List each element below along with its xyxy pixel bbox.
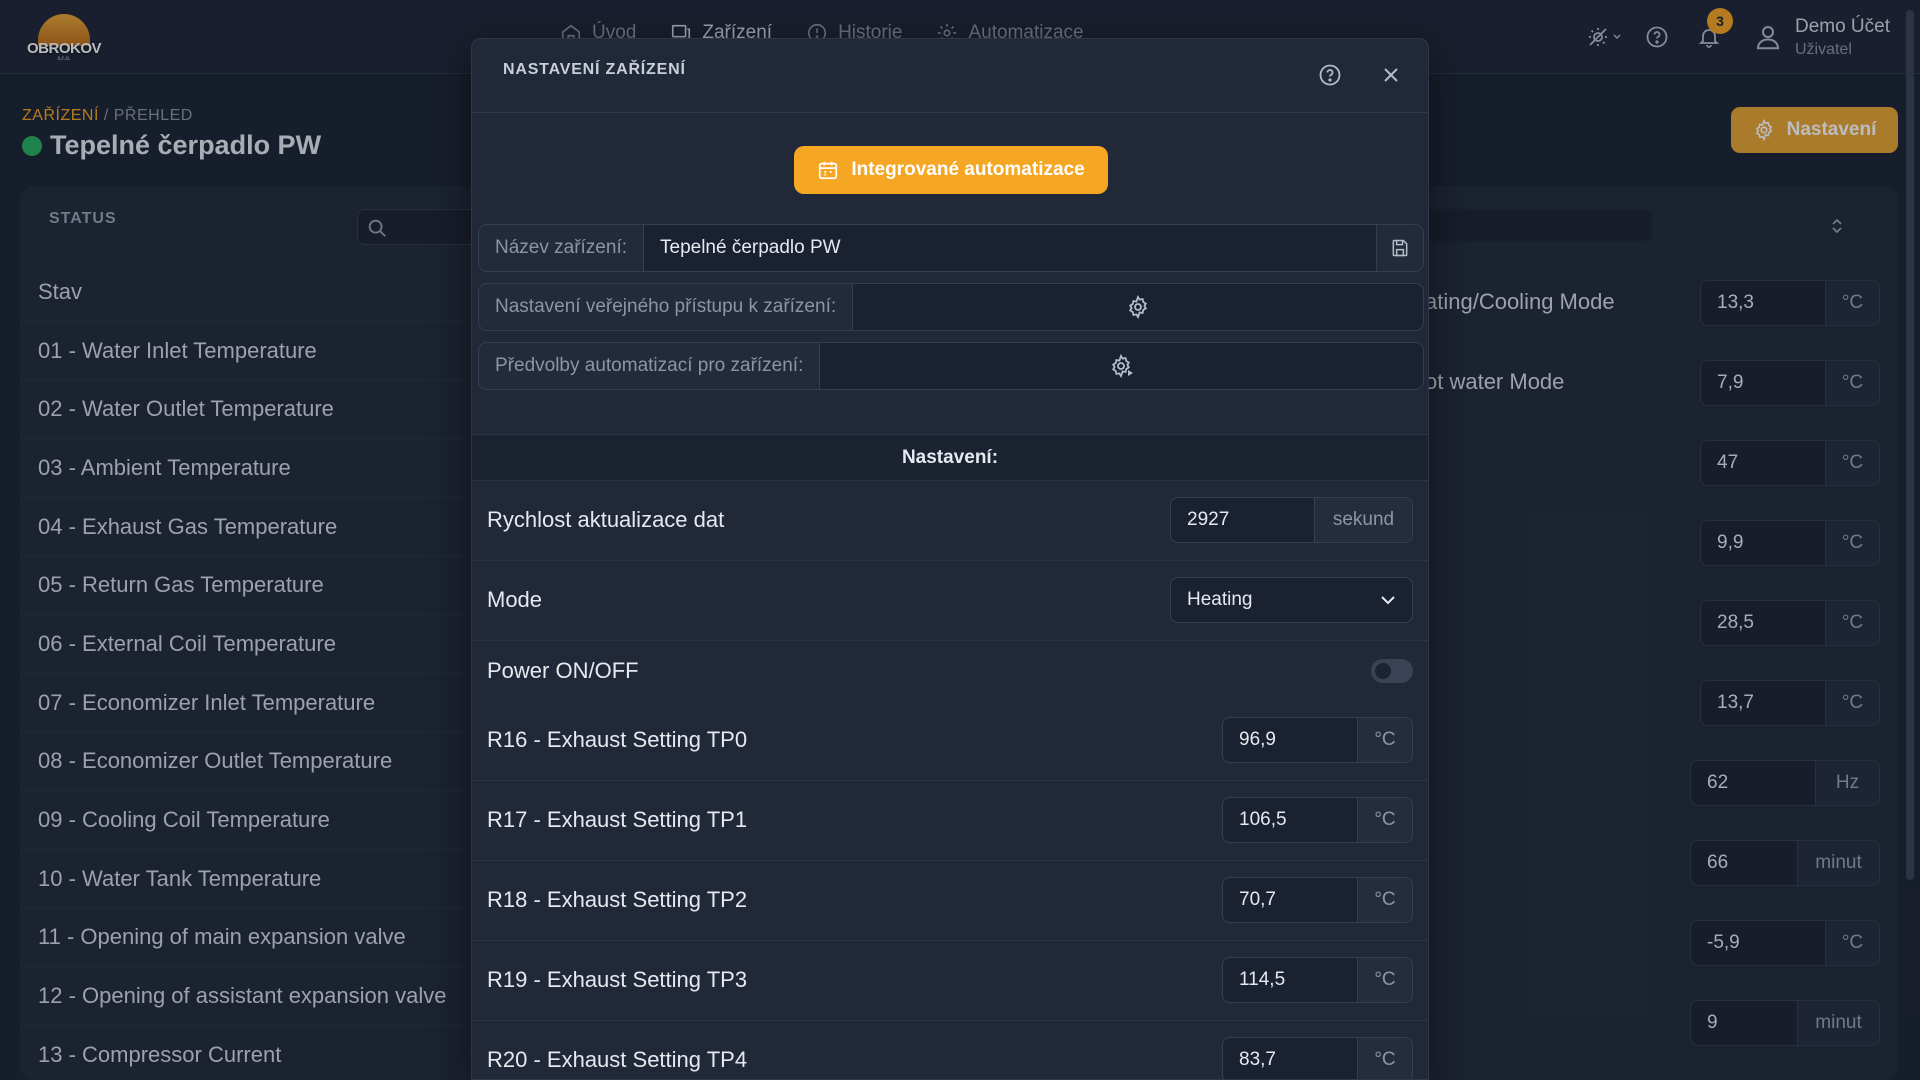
setting-value: 70,7 [1239, 889, 1276, 910]
mode-label: Mode [487, 587, 543, 612]
close-icon[interactable] [1381, 65, 1401, 85]
update-rate-unit: sekund [1314, 498, 1412, 542]
setting-label: R17 - Exhaust Setting TP1 [487, 807, 748, 832]
setting-value: 83,7 [1239, 1049, 1276, 1070]
automation-presets-field: Předvolby automatizací pro zařízení: [478, 342, 1424, 390]
device-settings-modal: NASTAVENÍ ZAŘÍZENÍ Integrované automatiz… [471, 38, 1429, 1080]
device-name-field: Název zařízení: Tepelné čerpadlo PW [478, 224, 1424, 272]
setting-unit: °C [1357, 718, 1412, 762]
setting-unit: °C [1357, 1038, 1412, 1079]
power-toggle[interactable] [1371, 659, 1413, 683]
setting-row: R18 - Exhaust Setting TP2 70,7 °C [472, 861, 1428, 941]
update-rate-value: 2927 [1187, 509, 1230, 530]
mode-select[interactable]: Heating [1170, 577, 1413, 623]
setting-label: R19 - Exhaust Setting TP3 [487, 967, 748, 992]
power-label: Power ON/OFF [487, 658, 639, 683]
mode-row: Mode Heating [472, 561, 1428, 641]
update-rate-row: Rychlost aktualizace dat 2927 sekund [472, 481, 1428, 561]
modal-header: NASTAVENÍ ZAŘÍZENÍ [472, 39, 1428, 113]
calendar-icon [817, 159, 839, 181]
setting-row: R19 - Exhaust Setting TP3 114,5 °C [472, 941, 1428, 1021]
setting-value: 106,5 [1239, 809, 1287, 830]
integrated-automations-button[interactable]: Integrované automatizace [794, 146, 1108, 194]
gear-play-icon [1109, 354, 1135, 378]
setting-input[interactable]: 70,7 °C [1222, 877, 1413, 923]
setting-label: R20 - Exhaust Setting TP4 [487, 1047, 748, 1072]
settings-section-heading: Nastavení: [472, 434, 1428, 481]
gear-icon [1126, 295, 1150, 319]
update-rate-label: Rychlost aktualizace dat [487, 507, 725, 532]
public-access-field: Nastavení veřejného přístupu k zařízení: [478, 283, 1424, 331]
setting-input[interactable]: 106,5 °C [1222, 797, 1413, 843]
setting-row: R20 - Exhaust Setting TP4 83,7 °C [472, 1021, 1428, 1079]
automations-button-label: Integrované automatizace [851, 159, 1085, 180]
setting-value: 114,5 [1239, 969, 1286, 990]
public-access-settings-button[interactable] [853, 284, 1423, 330]
chevron-down-icon [1380, 595, 1396, 605]
automation-presets-label: Předvolby automatizací pro zařízení: [479, 343, 821, 389]
setting-label: R16 - Exhaust Setting TP0 [487, 727, 748, 752]
update-rate-input[interactable]: 2927 sekund [1170, 497, 1413, 543]
setting-unit: °C [1357, 798, 1412, 842]
power-row: Power ON/OFF [472, 641, 1428, 701]
setting-row: R16 - Exhaust Setting TP0 96,9 °C [472, 701, 1428, 781]
setting-input[interactable]: 96,9 °C [1222, 717, 1413, 763]
automation-presets-button[interactable] [820, 343, 1423, 389]
setting-row: R17 - Exhaust Setting TP1 106,5 °C [472, 781, 1428, 861]
help-icon[interactable] [1318, 63, 1342, 87]
setting-input[interactable]: 114,5 °C [1222, 957, 1413, 1003]
mode-selected-value: Heating [1187, 589, 1253, 610]
public-access-label: Nastavení veřejného přístupu k zařízení: [479, 284, 854, 330]
setting-value: 96,9 [1239, 729, 1276, 750]
setting-unit: °C [1357, 878, 1412, 922]
setting-unit: °C [1357, 958, 1412, 1002]
setting-label: R18 - Exhaust Setting TP2 [487, 887, 748, 912]
device-name-label: Název zařízení: [479, 225, 644, 271]
setting-input[interactable]: 83,7 °C [1222, 1037, 1413, 1079]
save-icon[interactable] [1376, 225, 1423, 271]
device-name-input[interactable]: Tepelné čerpadlo PW [644, 225, 1376, 271]
toggle-knob [1375, 663, 1391, 679]
modal-title: NASTAVENÍ ZAŘÍZENÍ [503, 61, 686, 78]
